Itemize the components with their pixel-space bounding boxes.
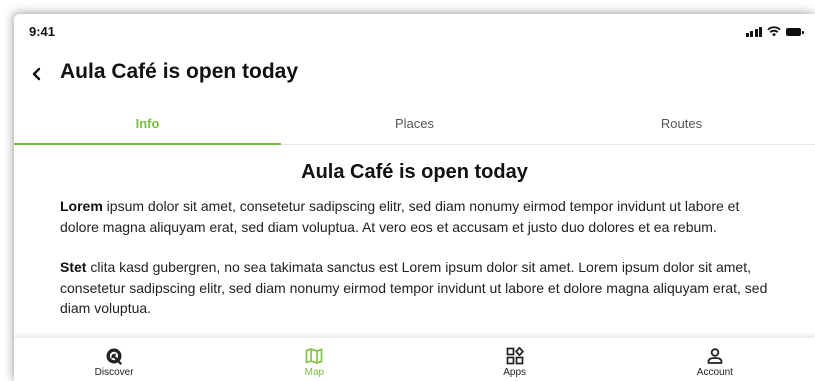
tab-label: Info — [135, 115, 160, 131]
nav-label: Discover — [94, 367, 134, 378]
paragraph-lead: Lorem — [60, 198, 103, 214]
nav-item-map[interactable]: Map — [214, 338, 414, 381]
signal-icon — [745, 26, 762, 37]
tab-info[interactable]: Info — [14, 102, 281, 145]
chevron-left-icon[interactable] — [28, 64, 46, 84]
battery-icon — [786, 28, 804, 36]
status-icons — [745, 25, 804, 37]
nav-label: Map — [304, 367, 325, 378]
header: Aula Café is open today — [14, 58, 815, 90]
map-icon — [306, 348, 323, 364]
tab-bar: Info Places Routes — [14, 102, 815, 145]
paragraph-text: clita kasd gubergren, no sea takimata sa… — [60, 259, 768, 316]
account-icon — [707, 348, 723, 364]
nav-label: Account — [696, 367, 733, 378]
nav-item-apps[interactable]: Apps — [415, 338, 615, 381]
apps-icon — [506, 347, 524, 365]
tab-places[interactable]: Places — [281, 102, 548, 144]
tab-label: Places — [394, 115, 435, 131]
article-content: Aula Café is open today Lorem ipsum dolo… — [14, 145, 815, 338]
status-time: 9:41 — [29, 24, 56, 39]
tab-label: Routes — [660, 115, 703, 131]
wifi-icon — [767, 26, 781, 37]
paragraph-lead: Stet — [60, 259, 87, 275]
nav-item-discover[interactable]: Discover — [14, 338, 214, 381]
tab-routes[interactable]: Routes — [548, 102, 815, 144]
article-paragraph: Lorem ipsum dolor sit amet, consetetur s… — [60, 196, 775, 237]
status-bar: 9:41 — [14, 14, 815, 50]
page-title: Aula Café is open today — [60, 60, 299, 83]
nav-label: Apps — [503, 367, 527, 378]
article-paragraph: Stet clita kasd gubergren, no sea takima… — [60, 257, 775, 319]
article-title: Aula Café is open today — [301, 161, 528, 183]
paragraph-text: ipsum dolor sit amet, consetetur sadipsc… — [60, 198, 740, 235]
discover-icon — [106, 348, 122, 365]
nav-item-account[interactable]: Account — [615, 338, 815, 381]
bottom-nav: Discover Map Apps Account — [14, 338, 815, 381]
app-frame: 9:41 Aula Café is open today Info Places… — [14, 14, 815, 381]
